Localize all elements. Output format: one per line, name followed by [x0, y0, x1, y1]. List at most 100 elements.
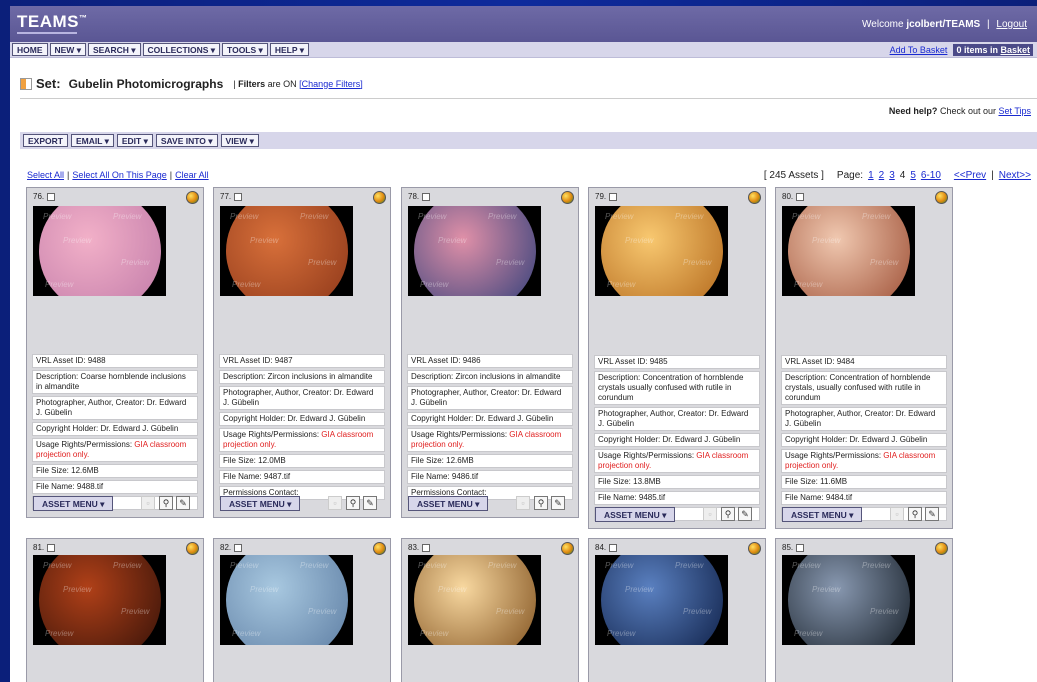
preview-watermark: Preview: [862, 212, 891, 221]
menu-help-button[interactable]: HELP ▾: [269, 43, 309, 56]
media-type-icon[interactable]: [186, 542, 199, 555]
menu-home-button[interactable]: HOME: [12, 43, 48, 56]
asset-checkbox[interactable]: [47, 192, 56, 201]
set-tips-link[interactable]: Set Tips: [998, 106, 1031, 116]
meta-size: File Size: 12.6MB: [407, 454, 573, 468]
preview-watermark: Preview: [63, 585, 92, 594]
asset-checkbox[interactable]: [422, 192, 431, 201]
preview-watermark: Preview: [420, 280, 449, 289]
media-type-icon[interactable]: [186, 191, 199, 204]
change-filters-link[interactable]: [Change Filters]: [299, 79, 363, 89]
selection-links: Select All | Select All On This Page | Clear…: [27, 170, 209, 180]
asset-thumbnail[interactable]: Preview Preview Preview Preview Preview: [595, 555, 728, 645]
media-type-icon[interactable]: [748, 542, 761, 555]
page-link[interactable]: 6-10: [921, 170, 941, 181]
edit-icon[interactable]: ✎: [925, 507, 939, 521]
asset-checkbox[interactable]: [609, 543, 618, 552]
asset-checkbox[interactable]: [234, 543, 243, 552]
basket-link[interactable]: Basket: [1000, 45, 1030, 55]
asset-menu-button[interactable]: ASSET MENU ▾: [595, 507, 676, 522]
asset-number: 80.: [782, 192, 805, 201]
meta-photographer: Photographer, Author, Creator: Dr. Edwar…: [594, 407, 760, 431]
asset-checkbox[interactable]: [609, 192, 618, 201]
preview-watermark: Preview: [488, 212, 517, 221]
asset-thumbnail[interactable]: Preview Preview Preview Preview Preview: [408, 555, 541, 645]
media-type-icon[interactable]: [373, 191, 386, 204]
meta-usage: Usage Rights/Permissions: GIA classroom …: [219, 428, 385, 452]
action-export-button[interactable]: EXPORT: [23, 134, 68, 147]
media-type-icon[interactable]: [935, 191, 948, 204]
asset-menu-button[interactable]: ASSET MENU ▾: [408, 496, 489, 511]
edit-icon[interactable]: ✎: [363, 496, 377, 510]
asset-menu-button[interactable]: ASSET MENU ▾: [33, 496, 114, 511]
disabled-tool-icon: ▫: [703, 507, 717, 521]
asset-checkbox[interactable]: [234, 192, 243, 201]
meta-photographer: Photographer, Author, Creator: Dr. Edwar…: [219, 386, 385, 410]
menu-collections-button[interactable]: COLLECTIONS ▾: [142, 43, 221, 56]
divider: [20, 98, 1037, 99]
action-edit-button[interactable]: EDIT ▾: [116, 134, 153, 147]
menu-tools-button[interactable]: TOOLS ▾: [222, 43, 268, 56]
select-page-link[interactable]: Select All On This Page: [72, 170, 166, 180]
asset-number: 81.: [33, 543, 56, 552]
preview-watermark: Preview: [45, 280, 74, 289]
meta-description: Description: Zircon inclusions in almand…: [219, 370, 385, 384]
disabled-tool-icon: ▫: [328, 496, 342, 510]
preview-watermark: Preview: [488, 561, 517, 570]
menu-search-button[interactable]: SEARCH ▾: [87, 43, 141, 56]
meta-id: VRL Asset ID: 9485: [594, 355, 760, 369]
logout-link[interactable]: Logout: [996, 19, 1027, 30]
asset-checkbox[interactable]: [422, 543, 431, 552]
prev-page-link[interactable]: <<Prev: [954, 170, 986, 181]
next-page-link[interactable]: Next>>: [999, 170, 1031, 181]
preview-watermark: Preview: [300, 212, 329, 221]
zoom-icon[interactable]: ⚲: [908, 507, 922, 521]
asset-number: 84.: [595, 543, 618, 552]
asset-count: [ 245 Assets ]: [763, 170, 824, 181]
preview-watermark: Preview: [794, 629, 823, 638]
asset-card: 82. Preview Preview Preview Preview Preview: [213, 538, 391, 682]
page-link[interactable]: 1: [868, 170, 874, 181]
asset-thumbnail[interactable]: Preview Preview Preview Preview Preview: [782, 206, 915, 296]
preview-watermark: Preview: [418, 212, 447, 221]
menu-new-button[interactable]: NEW ▾: [49, 43, 86, 56]
page-link[interactable]: 3: [889, 170, 895, 181]
asset-checkbox[interactable]: [796, 543, 805, 552]
asset-checkbox[interactable]: [796, 192, 805, 201]
action-email-button[interactable]: EMAIL ▾: [70, 134, 114, 147]
asset-thumbnail[interactable]: Preview Preview Preview Preview Preview: [220, 206, 353, 296]
page-link[interactable]: 2: [879, 170, 885, 181]
edit-icon[interactable]: ✎: [176, 496, 190, 510]
edit-icon[interactable]: ✎: [738, 507, 752, 521]
asset-thumbnail[interactable]: Preview Preview Preview Preview Preview: [220, 555, 353, 645]
asset-menu-button[interactable]: ASSET MENU ▾: [220, 496, 301, 511]
zoom-icon[interactable]: ⚲: [346, 496, 360, 510]
meta-usage: Usage Rights/Permissions: GIA classroom …: [407, 428, 573, 452]
zoom-icon[interactable]: ⚲: [534, 496, 548, 510]
asset-checkbox[interactable]: [47, 543, 56, 552]
asset-number: 76.: [33, 192, 56, 201]
clear-all-link[interactable]: Clear All: [175, 170, 209, 180]
zoom-icon[interactable]: ⚲: [159, 496, 173, 510]
media-type-icon[interactable]: [561, 542, 574, 555]
set-label: Set:: [36, 76, 61, 91]
media-type-icon[interactable]: [561, 191, 574, 204]
add-to-basket-link[interactable]: Add To Basket: [890, 45, 948, 55]
asset-menu-button[interactable]: ASSET MENU ▾: [782, 507, 863, 522]
media-type-icon[interactable]: [935, 542, 948, 555]
asset-thumbnail[interactable]: Preview Preview Preview Preview Preview: [782, 555, 915, 645]
asset-thumbnail[interactable]: Preview Preview Preview Preview Preview: [595, 206, 728, 296]
asset-thumbnail[interactable]: Preview Preview Preview Preview Preview: [33, 555, 166, 645]
edit-icon[interactable]: ✎: [551, 496, 565, 510]
asset-thumbnail[interactable]: Preview Preview Preview Preview Preview: [33, 206, 166, 296]
action-saveinto-button[interactable]: SAVE INTO ▾: [155, 134, 218, 147]
media-type-icon[interactable]: [373, 542, 386, 555]
preview-watermark: Preview: [113, 561, 142, 570]
action-view-button[interactable]: VIEW ▾: [220, 134, 259, 147]
select-all-link[interactable]: Select All: [27, 170, 64, 180]
asset-thumbnail[interactable]: Preview Preview Preview Preview Preview: [408, 206, 541, 296]
meta-usage: Usage Rights/Permissions: GIA classroom …: [594, 449, 760, 473]
media-type-icon[interactable]: [748, 191, 761, 204]
zoom-icon[interactable]: ⚲: [721, 507, 735, 521]
page-link[interactable]: 5: [910, 170, 916, 181]
